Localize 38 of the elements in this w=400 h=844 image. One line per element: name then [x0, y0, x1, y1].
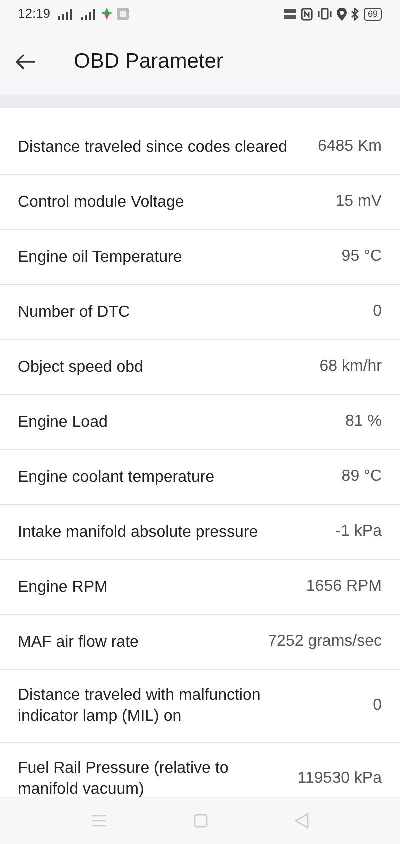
nfc-icon — [300, 8, 313, 20]
menu-icon[interactable] — [91, 814, 108, 828]
app-icon — [116, 8, 129, 20]
parameter-value: 95 °C — [342, 247, 382, 267]
parameter-name: Distance traveled since codes cleared — [18, 138, 288, 158]
parameter-value: 7252 grams/sec — [268, 632, 382, 652]
parameter-name: Distance traveled with malfunction indicator lamp (MIL) on — [18, 686, 262, 727]
parameter-name: Fuel Rail Pressure (relative to manifold vacuum) — [18, 759, 230, 797]
home-icon[interactable] — [194, 814, 208, 828]
parameter-name: Number of DTC — [18, 302, 130, 322]
location-icon — [336, 8, 347, 20]
parameter-name: Engine oil Temperature — [18, 248, 182, 268]
signal-icon — [80, 8, 97, 20]
parameter-name: MAF air flow rate — [18, 632, 139, 652]
parameter-name: Control module Voltage — [18, 192, 184, 212]
parameter-value: 81 % — [346, 412, 382, 432]
parameter-name: Engine coolant temperature — [18, 468, 215, 488]
parameter-name: Engine RPM — [18, 578, 108, 598]
parameter-value: 0 — [373, 696, 382, 716]
app-icon — [100, 8, 113, 20]
parameter-value: 89 °C — [342, 467, 382, 487]
battery-level: 69 — [364, 8, 382, 20]
bluetooth-icon — [350, 8, 360, 20]
vibrate-icon — [316, 8, 333, 20]
parameter-name: Intake manifold absolute pressure — [18, 522, 258, 542]
parameter-name: Object speed obd — [18, 358, 144, 378]
page-title: OBD Parameter — [74, 48, 224, 74]
parameter-value: 68 km/hr — [320, 357, 382, 377]
parameter-value: 6485 Km — [318, 137, 382, 157]
parameter-value: 119530 kPa — [298, 769, 382, 789]
parameter-value: -1 kPa — [336, 522, 382, 542]
back-icon[interactable] — [294, 812, 309, 828]
parameter-value: 15 mV — [336, 192, 382, 212]
parameter-name: Engine Load — [18, 412, 108, 432]
back-arrow-icon[interactable] — [16, 54, 36, 70]
parameter-value: 1656 RPM — [306, 577, 382, 597]
status-time: 12:19 — [18, 5, 51, 24]
parameter-value: 0 — [373, 302, 382, 322]
